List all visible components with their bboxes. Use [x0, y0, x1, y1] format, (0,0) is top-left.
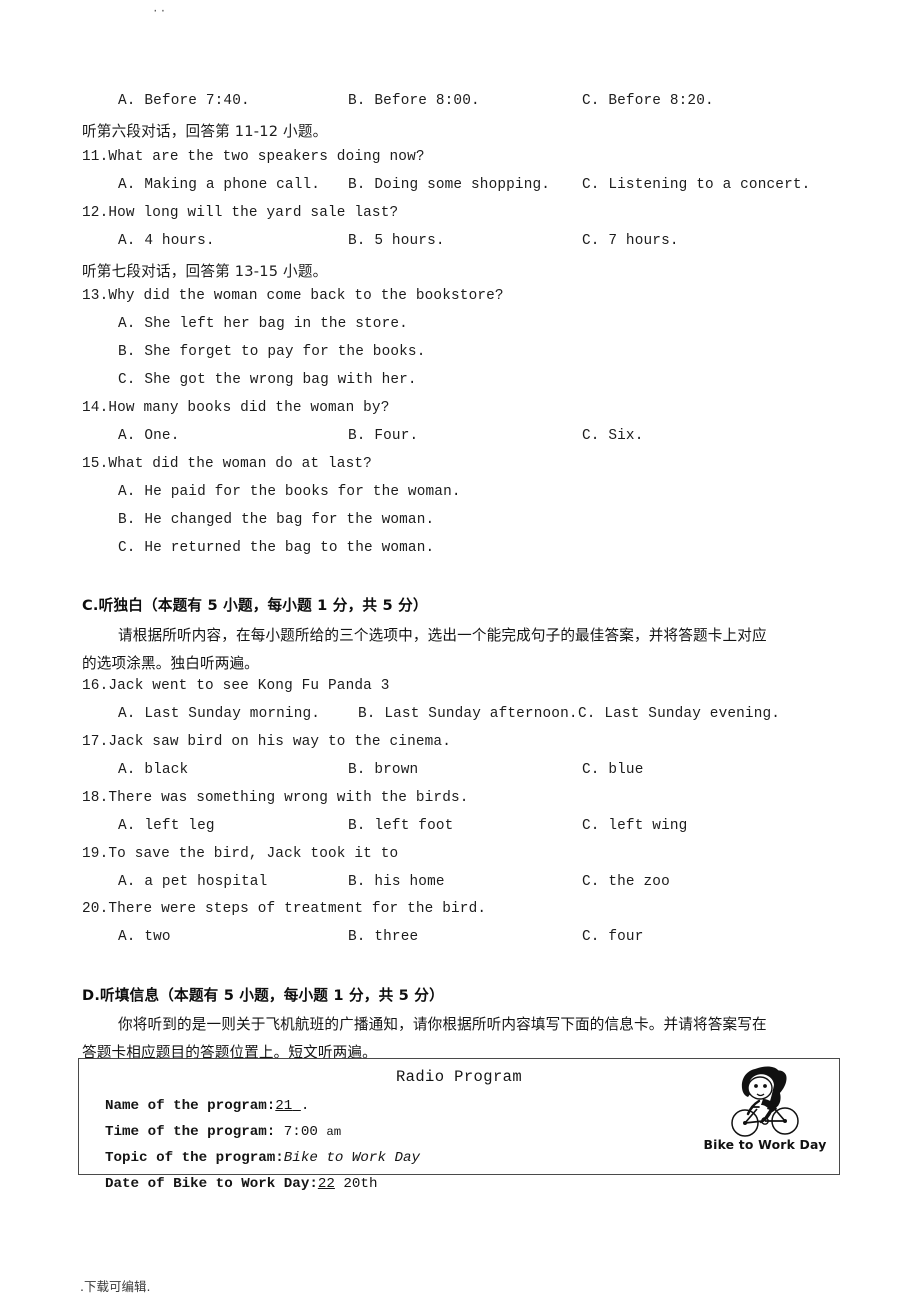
radio-program-label-date: Date of Bike to Work Day: — [105, 1176, 318, 1192]
radio-program-row-topic: Topic of the program:Bike to Work Day — [105, 1150, 420, 1166]
q15-option-b: B. He changed the bag for the woman. — [118, 512, 435, 528]
q12-stem: 12.How long will the yard sale last? — [82, 205, 399, 221]
section-c-instruction-line2: 的选项涂黑。独白听两遍。 — [82, 655, 259, 672]
section-d-instruction-line1: 你将听到的是一则关于飞机航班的广播通知，请你根据所听内容填写下面的信息卡。并请将… — [118, 1016, 767, 1033]
listening-six-instruction: 听第六段对话，回答第 11-12 小题。 — [82, 123, 328, 140]
radio-program-card: Radio Program Name of the program:21 . T… — [78, 1058, 840, 1192]
q12-option-b: B. 5 hours. — [348, 233, 445, 249]
q18-options-row: A. left leg B. left foot C. left wing — [0, 818, 920, 840]
q20-options-row: A. two B. three C. four — [0, 929, 920, 951]
q13-option-c: C. She got the wrong bag with her. — [118, 372, 417, 388]
q19-options-row: A. a pet hospital B. his home C. the zoo — [0, 874, 920, 896]
section-c-instruction-line1: 请根据所听内容，在每小题所给的三个选项中，选出一个能完成句子的最佳答案，并将答题… — [118, 627, 767, 644]
radio-program-name-suffix: . — [300, 1098, 310, 1114]
q12-option-a: A. 4 hours. — [118, 233, 215, 249]
q18-option-c: C. left wing — [582, 818, 688, 834]
q20-stem: 20.There were steps of treatment for the… — [82, 901, 487, 917]
q11-option-b: B. Doing some shopping. — [348, 177, 551, 193]
bike-illustration-caption: Bike to Work Day — [703, 1137, 827, 1152]
q19-option-b: B. his home — [348, 874, 445, 890]
q16-option-a: A. Last Sunday morning. — [118, 706, 321, 722]
radio-program-blank-22[interactable]: 22 — [318, 1176, 335, 1192]
document-page: ·· A. Before 7:40. B. Before 8:00. C. Be… — [0, 0, 920, 1301]
q18-option-a: A. left leg — [118, 818, 215, 834]
q12-options-row: A. 4 hours. B. 5 hours. C. 7 hours. — [0, 233, 920, 255]
q16-options-row: A. Last Sunday morning. B. Last Sunday a… — [0, 706, 920, 728]
radio-program-time-value: 7:00 — [283, 1124, 318, 1140]
q13-stem: 13.Why did the woman come back to the bo… — [82, 288, 504, 304]
q12-option-c: C. 7 hours. — [582, 233, 679, 249]
q20-option-c: C. four — [582, 929, 644, 945]
section-d-title: D.听填信息（本题有 5 小题，每小题 1 分，共 5 分） — [82, 987, 444, 1004]
radio-program-row-time: Time of the program: 7:00 am — [105, 1124, 341, 1140]
radio-program-row-date: Date of Bike to Work Day:22 20th — [105, 1176, 377, 1192]
q13-option-b: B. She forget to pay for the books. — [118, 344, 426, 360]
q16-option-b: B. Last Sunday afternoon. — [358, 706, 578, 722]
radio-program-blank-21[interactable]: 21 — [275, 1098, 292, 1114]
q18-stem: 18.There was something wrong with the bi… — [82, 790, 469, 806]
q10-option-c: C. Before 8:20. — [582, 93, 714, 109]
radio-program-date-suffix: 20th — [343, 1176, 378, 1192]
q14-options-row: A. One. B. Four. C. Six. — [0, 428, 920, 450]
radio-program-topic-value: Bike to Work Day — [283, 1150, 421, 1166]
q17-option-a: A. black — [118, 762, 189, 778]
radio-program-row-name: Name of the program:21 . — [105, 1098, 309, 1114]
listening-seven-instruction: 听第七段对话，回答第 13-15 小题。 — [82, 263, 328, 280]
q10-option-a: A. Before 7:40. — [118, 93, 250, 109]
q17-stem: 17.Jack saw bird on his way to the cinem… — [82, 734, 452, 750]
q11-option-c: C. Listening to a concert. — [582, 177, 811, 193]
q13-option-a: A. She left her bag in the store. — [118, 316, 408, 332]
q17-option-b: B. brown — [348, 762, 419, 778]
radio-program-label-topic: Topic of the program: — [105, 1150, 284, 1166]
q11-option-a: A. Making a phone call. — [118, 177, 321, 193]
q15-option-c: C. He returned the bag to the woman. — [118, 540, 435, 556]
q10-option-b: B. Before 8:00. — [348, 93, 480, 109]
q10-options-row: A. Before 7:40. B. Before 8:00. C. Befor… — [0, 93, 920, 115]
q19-option-a: A. a pet hospital — [118, 874, 268, 890]
q11-stem: 11.What are the two speakers doing now? — [82, 149, 425, 165]
q14-option-c: C. Six. — [582, 428, 644, 444]
q16-option-c: C. Last Sunday evening. — [578, 706, 781, 722]
q16-stem: 16.Jack went to see Kong Fu Panda 3 — [82, 678, 390, 694]
cyclist-icon — [731, 1066, 799, 1137]
page-top-mark: ·· — [152, 6, 168, 18]
q11-options-row: A. Making a phone call. B. Doing some sh… — [0, 177, 920, 199]
section-c-title: C.听独白（本题有 5 小题，每小题 1 分，共 5 分） — [82, 597, 428, 614]
q20-option-b: B. three — [348, 929, 419, 945]
q20-option-a: A. two — [118, 929, 171, 945]
q17-options-row: A. black B. brown C. blue — [0, 762, 920, 784]
page-footer: .下载可编辑. — [80, 1279, 151, 1294]
q15-option-a: A. He paid for the books for the woman. — [118, 484, 461, 500]
q15-stem: 15.What did the woman do at last? — [82, 456, 372, 472]
radio-program-time-unit: am — [326, 1125, 342, 1139]
radio-program-label-name: Name of the program: — [105, 1098, 276, 1114]
q14-stem: 14.How many books did the woman by? — [82, 400, 390, 416]
q14-option-a: A. One. — [118, 428, 180, 444]
radio-program-label-time: Time of the program: — [105, 1124, 276, 1140]
bike-illustration: Bike to Work Day — [701, 1063, 829, 1171]
q19-stem: 19.To save the bird, Jack took it to — [82, 846, 399, 862]
q17-option-c: C. blue — [582, 762, 644, 778]
q14-option-b: B. Four. — [348, 428, 419, 444]
q18-option-b: B. left foot — [348, 818, 454, 834]
q19-option-c: C. the zoo — [582, 874, 670, 890]
